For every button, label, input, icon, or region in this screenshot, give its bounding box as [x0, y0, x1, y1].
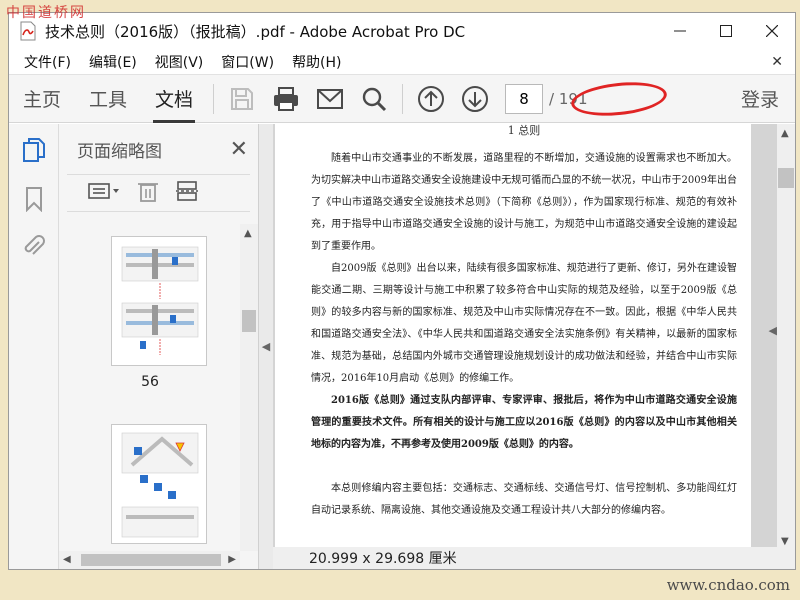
page-size-label: 20.999 x 29.698 厘米 [309, 551, 457, 567]
menu-file[interactable]: 文件(F) [15, 52, 80, 72]
title-bar: 技术总则（2016版）（报批稿）.pdf - Adobe Acrobat Pro… [9, 13, 795, 49]
window-title: 技术总则（2016版）（报批稿）.pdf - Adobe Acrobat Pro… [45, 22, 466, 41]
document-status-bar: 20.999 x 29.698 厘米 [273, 547, 795, 569]
document-paragraph: 随着中山市交通事业的不断发展，道路里程的不断增加，交通设施的设置需求也不断加大。… [311, 153, 737, 252]
document-bold-paragraph: 2016版《总则》通过支队内部评审、专家评审、报批后，将作为中山市道路交通安全设… [311, 395, 737, 450]
print-icon[interactable] [264, 75, 308, 123]
login-button[interactable]: 登录 [741, 85, 779, 112]
minimize-button[interactable] [657, 13, 703, 49]
thumbnail-panel: 页面缩略图 ✕ 56 ▲ ◀ ▶ [59, 124, 259, 569]
options-menu-icon[interactable] [87, 181, 121, 205]
close-panel-icon[interactable]: ✕ [230, 137, 248, 162]
menu-help[interactable]: 帮助(H) [283, 52, 350, 72]
thumbnail-page-label: 56 [141, 374, 159, 390]
page-number-input[interactable]: 8 [505, 83, 544, 114]
thumbnail-page[interactable] [111, 236, 207, 366]
main-area: 页面缩略图 ✕ 56 ▲ ◀ ▶ ◀ 1 总则 随着中山市交通事业的不断发展，道… [9, 124, 795, 569]
highlight-ellipse-annotation [569, 78, 669, 120]
watermark-top-left: 中国道桥网 [6, 5, 86, 21]
document-view: 1 总则 随着中山市交通事业的不断发展，道路里程的不断增加，交通设施的设置需求也… [273, 124, 795, 569]
collapse-panel-handle[interactable]: ◀ [259, 124, 273, 569]
bookmark-icon[interactable] [19, 184, 49, 214]
pdf-file-icon [19, 21, 37, 41]
scroll-up-arrow-icon[interactable]: ▲ [244, 228, 252, 239]
scrollbar-thumb[interactable] [778, 168, 794, 188]
thumbnail-panel-header: 页面缩略图 ✕ [59, 124, 258, 174]
thumbnail-panel-title: 页面缩略图 [77, 141, 162, 162]
watermark-bottom-right: www.cndao.com [666, 576, 790, 594]
search-icon[interactable] [352, 75, 396, 123]
close-document-icon[interactable]: ✕ [771, 54, 783, 70]
menu-view[interactable]: 视图(V) [146, 52, 213, 72]
arrow-down-circle-icon[interactable] [453, 75, 497, 123]
rotate-page-icon[interactable] [175, 179, 199, 207]
paperclip-icon[interactable] [19, 232, 49, 262]
menu-bar: 文件(F) 编辑(E) 视图(V) 窗口(W) 帮助(H) ✕ [9, 49, 795, 75]
tab-document[interactable]: 文档 [141, 75, 207, 123]
expand-right-panel-icon[interactable]: ◀ [769, 324, 777, 337]
scroll-left-arrow-icon[interactable]: ◀ [63, 554, 71, 565]
document-paragraph: 本总则修编内容主要包括：交通标志、交通标线、交通信号灯、信号控制机、多功能闯红灯… [311, 483, 737, 516]
document-heading: 1 总则 [507, 124, 541, 137]
thumbnail-tools [67, 174, 250, 212]
scroll-right-arrow-icon[interactable]: ▶ [228, 554, 236, 565]
toolbar-divider [402, 83, 404, 114]
scroll-down-arrow-icon[interactable]: ▼ [781, 536, 789, 547]
document-page: 1 总则 随着中山市交通事业的不断发展，道路里程的不断增加，交通设施的设置需求也… [275, 124, 751, 551]
menu-window[interactable]: 窗口(W) [212, 52, 283, 72]
scrollbar-thumb[interactable] [81, 554, 221, 566]
scroll-up-arrow-icon[interactable]: ▲ [781, 128, 789, 139]
tab-home[interactable]: 主页 [9, 75, 75, 123]
maximize-button[interactable] [703, 13, 749, 49]
thumbnail-page[interactable] [111, 424, 207, 544]
close-window-button[interactable] [749, 13, 795, 49]
trash-icon[interactable] [137, 179, 159, 207]
save-icon[interactable] [220, 75, 264, 123]
page-thumbnails-icon[interactable] [19, 136, 49, 166]
toolbar-divider [213, 83, 215, 114]
mail-icon[interactable] [308, 75, 352, 123]
acrobat-window: 技术总则（2016版）（报批稿）.pdf - Adobe Acrobat Pro… [8, 12, 796, 570]
thumbnail-list: 56 [59, 224, 240, 551]
document-vertical-scrollbar[interactable]: ▲ ▼ [777, 124, 795, 551]
left-nav-rail [9, 124, 59, 569]
main-toolbar: 主页 工具 文档 8 / 191 登录 [9, 75, 795, 123]
document-paragraph: 自2009版《总则》出台以来，陆续有很多国家标准、规范进行了更新、修订，另外在建… [311, 263, 737, 384]
thumbnail-horizontal-scrollbar[interactable]: ◀ ▶ [59, 551, 240, 569]
tab-tools[interactable]: 工具 [75, 75, 141, 123]
scrollbar-thumb[interactable] [242, 310, 256, 332]
menu-edit[interactable]: 编辑(E) [80, 52, 146, 72]
thumbnail-vertical-scrollbar[interactable]: ▲ [240, 224, 258, 551]
arrow-up-circle-icon[interactable] [409, 75, 453, 123]
